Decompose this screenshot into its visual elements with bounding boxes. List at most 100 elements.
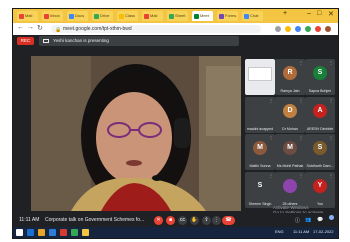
forward-icon[interactable]: →	[27, 24, 34, 31]
participant-tile[interactable]: S ⋮ Siddharth Dam...	[305, 134, 335, 170]
mic-off-button[interactable]: ✕	[154, 216, 163, 225]
browser-tab[interactable]: Drive	[92, 11, 113, 21]
taskbar-app-icon[interactable]	[60, 229, 67, 236]
recording-badge: REC	[17, 37, 34, 45]
browser-tab[interactable]: Meet	[192, 11, 213, 21]
info-icon[interactable]: ⓘ	[295, 217, 300, 224]
participant-avatar: S	[313, 141, 327, 155]
tile-menu-icon[interactable]: ⋮	[329, 60, 333, 65]
tab-label: Forms	[225, 13, 237, 18]
maximize-button[interactable]: □	[317, 10, 321, 17]
participant-name: maalini acapped	[246, 126, 274, 131]
people-icon[interactable]: 👥	[305, 217, 311, 223]
participant-name: Siddharth Dam...	[306, 164, 334, 168]
participant-name: Dr Mohan	[282, 126, 298, 131]
browser-tab[interactable]: Sheet	[167, 11, 188, 21]
tab-favicon-icon	[219, 13, 224, 19]
tab-favicon-icon	[94, 13, 99, 19]
participant-tile[interactable]: M ⋮ Maithi Sonna	[245, 134, 275, 170]
tile-menu-icon[interactable]: ⋮	[269, 135, 273, 140]
tile-menu-icon[interactable]: ⋮	[269, 60, 273, 65]
url-field[interactable]: 🔒 meet.google.com/tpt-xthm-bwd	[51, 25, 261, 33]
windows-start-icon[interactable]	[16, 229, 23, 236]
taskbar-app-icon[interactable]	[71, 229, 78, 236]
tab-favicon-icon	[144, 13, 149, 19]
main-video-stage[interactable]	[31, 56, 241, 211]
extension-icon[interactable]	[275, 26, 281, 32]
tab-label: Drive	[100, 13, 110, 18]
chat-icon[interactable]: 💬	[317, 217, 323, 223]
participant-tile[interactable]: M ⋮ Ms Mohil Pathak	[275, 134, 305, 170]
profile-avatar[interactable]	[325, 26, 331, 32]
tile-menu-icon[interactable]: ⋮	[299, 173, 303, 178]
captions-button[interactable]: cc	[178, 216, 187, 225]
tile-menu-icon[interactable]: ⋮	[299, 135, 303, 140]
presentation-thumbnail	[248, 67, 272, 81]
meeting-title: Corporate talk on Government Schemes fo.…	[45, 217, 145, 223]
participant-avatar	[253, 103, 267, 118]
tab-favicon-icon	[19, 13, 24, 19]
browser-tab[interactable]: Class	[117, 11, 138, 21]
minimize-button[interactable]: –	[307, 10, 311, 17]
raise-hand-button[interactable]: ✋	[190, 216, 199, 225]
tile-menu-icon[interactable]: ⋮	[329, 135, 333, 140]
participant-avatar: M	[283, 141, 297, 155]
tab-label: Mail	[25, 13, 33, 18]
browser-tab[interactable]: Chat	[242, 11, 263, 21]
participant-tile[interactable]: ⋮ 28 others	[275, 171, 305, 208]
present-button[interactable]: ⇪	[202, 216, 211, 225]
reload-icon[interactable]: ↻	[37, 24, 43, 32]
taskbar-app-icon[interactable]	[49, 229, 56, 236]
extension-icon[interactable]	[295, 26, 301, 32]
tile-menu-icon[interactable]: ⋮	[299, 60, 303, 65]
taskbar-app-icon[interactable]	[38, 229, 45, 236]
screenshot-frame: Mail Inbox Docs Drive Class Mail Sheet Meet Form…	[12, 8, 339, 239]
extension-icon[interactable]	[305, 26, 311, 32]
browser-tab[interactable]: Inbox	[42, 11, 63, 21]
tab-label: Docs	[75, 13, 85, 18]
participant-avatar: M	[253, 141, 267, 155]
close-window-button[interactable]: ✕	[328, 10, 334, 18]
participant-tile[interactable]: R ⋮ Ramya Jain	[275, 59, 305, 95]
browser-tab[interactable]: Mail	[142, 11, 163, 21]
tab-favicon-icon	[169, 13, 174, 19]
tray-time: 11:11 AM	[293, 229, 310, 234]
new-tab-button[interactable]: +	[283, 10, 287, 17]
participant-tile[interactable]: Y ⋮ You	[305, 171, 335, 208]
taskbar-app-icon[interactable]	[27, 229, 34, 236]
participant-tile[interactable]: ⋮ maalini acapped	[245, 96, 275, 133]
tab-favicon-icon	[119, 13, 124, 19]
tile-menu-icon[interactable]: ⋮	[269, 98, 273, 103]
participant-tile[interactable]: S ⋮ Shreem Singh	[245, 171, 275, 208]
extension-icon[interactable]	[315, 26, 321, 32]
browser-tab[interactable]: Forms	[217, 11, 238, 21]
participant-tile[interactable]: ⋮ Presentation	[245, 59, 275, 95]
participant-tile[interactable]: D ⋮ Dr Mohan	[275, 96, 305, 133]
tile-menu-icon[interactable]: ⋮	[329, 98, 333, 103]
participant-tile[interactable]: A ⋮ ARESH Dimbble	[305, 96, 335, 133]
back-icon[interactable]: ←	[17, 24, 24, 31]
tile-menu-icon[interactable]: ⋮	[299, 98, 303, 103]
browser-tab-strip: Mail Inbox Docs Drive Class Mail Sheet Meet Form…	[13, 9, 338, 23]
participant-tile[interactable]: S ⋮ Sapna Bohjee	[305, 59, 335, 95]
tile-menu-icon[interactable]: ⋮	[329, 173, 333, 178]
participant-name: ARESH Dimbble	[306, 126, 334, 131]
participant-avatar	[283, 178, 297, 193]
tab-label: Meet	[200, 13, 209, 18]
more-options-button[interactable]: ⋮	[212, 216, 221, 225]
tab-label: Sheet	[175, 13, 186, 18]
tile-menu-icon[interactable]: ⋮	[269, 173, 273, 178]
meet-header: REC Yeshi kanchan is presenting	[13, 35, 338, 47]
meeting-clock: 11:11 AM	[19, 217, 40, 223]
end-call-button[interactable]: ☎	[222, 216, 235, 225]
bookmark-star-icon[interactable]	[285, 26, 291, 32]
participant-name: Maithi Sonna	[249, 164, 271, 168]
chrome-taskbar-icon[interactable]	[82, 229, 89, 236]
tray-lang: ENG	[275, 229, 284, 234]
url-text: meet.google.com/tpt-xthm-bwd	[63, 26, 132, 32]
tab-label: Inbox	[50, 13, 60, 18]
browser-tab[interactable]: Mail	[17, 11, 38, 21]
tab-label: Mail	[150, 13, 158, 18]
camera-off-button[interactable]: ■	[166, 216, 175, 225]
browser-tab[interactable]: Docs	[67, 11, 88, 21]
